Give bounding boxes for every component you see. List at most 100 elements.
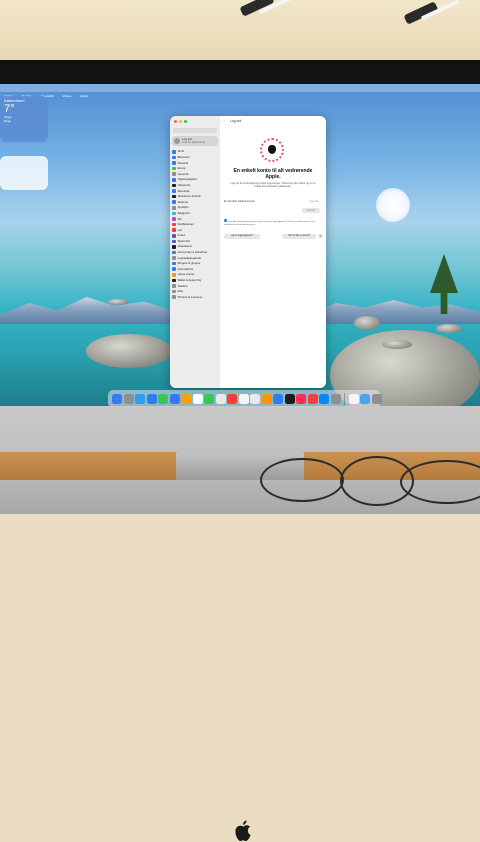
appearance-icon (172, 183, 176, 188)
sidebar-item-label: Bluetooth (177, 154, 190, 159)
screen: Vælger Rediger Overskrift Vindue Hjælp K… (0, 84, 480, 446)
menu-bar: Vælger Rediger Overskrift Vindue Hjælp (0, 84, 480, 98)
weather-widget[interactable]: København 7° Skyet Regn (0, 96, 48, 142)
finder-icon[interactable] (112, 394, 122, 404)
sidebar-item-label: Skærmtid (177, 238, 190, 243)
numbers-icon[interactable] (348, 394, 359, 404)
gamecenter-icon (172, 273, 176, 277)
close-button[interactable] (174, 120, 177, 123)
account-sub: med din Apple-konto (182, 141, 205, 144)
settings-sidebar: Log ind med din Apple-konto Wi-Fi Bluetoo… (170, 116, 220, 388)
wallpaper-icon (172, 211, 176, 216)
bell-icon (172, 222, 176, 227)
weather-temp: 7° (4, 103, 15, 115)
menubar-icon (172, 189, 176, 193)
tv-icon[interactable] (284, 394, 295, 404)
help-button[interactable]: ? (318, 234, 323, 239)
field-value: Log ind (309, 200, 318, 203)
lock-icon (172, 245, 176, 249)
apple-logo-icon (235, 820, 251, 841)
sidebar-item-label: Wallet & Apple Pay (177, 278, 202, 283)
dock-icon (172, 194, 176, 199)
apple-logo-icon (268, 145, 276, 154)
keyboard-icon (172, 284, 176, 288)
sidebar-item-label: Game Center (177, 272, 195, 277)
maps-icon[interactable] (169, 394, 180, 404)
desktop-widget[interactable] (0, 156, 48, 190)
notes-icon[interactable] (238, 394, 249, 404)
account-item[interactable]: Log ind med din Apple-konto (172, 136, 218, 146)
sun (376, 188, 410, 222)
sidebar-item-label: Låseskærm (177, 244, 193, 249)
sidebar-item-label: Notifikationer (177, 222, 194, 227)
accessibility-icon (172, 177, 176, 182)
field-label: E-mail eller telefonnummer (224, 200, 255, 203)
continue-button[interactable]: Fortsæt (302, 208, 320, 213)
facetime-icon[interactable] (204, 394, 214, 404)
calendar-icon[interactable] (192, 394, 203, 404)
settings-icon[interactable] (330, 394, 341, 404)
folder-icon[interactable] (360, 394, 370, 404)
sidebar-item-label: Brugere & grupper (177, 261, 201, 266)
moon-icon (172, 233, 176, 238)
mail-icon[interactable] (146, 394, 157, 404)
settings-window: Log ind med din Apple-konto Wi-Fi Bluetoo… (170, 116, 326, 388)
bluetooth-icon (172, 155, 176, 160)
sidebar-item-label: Siri (177, 216, 182, 221)
sidebar-item-label: Loginadgangskode (177, 255, 202, 260)
menu-item[interactable]: Hjælp (80, 94, 88, 98)
music-icon[interactable] (296, 394, 306, 404)
avatar-icon (174, 138, 180, 144)
podcasts-icon[interactable] (307, 394, 318, 404)
create-account-button[interactable]: Har du ikke en konto? (282, 234, 316, 239)
sidebar-item-label: Generelt (177, 171, 189, 176)
forgot-password-button[interactable]: Glemt adgangskode? (224, 234, 260, 239)
sidebar-item-label: Mus (177, 289, 183, 294)
sidebar-item-label: Tilgængelighed (177, 177, 197, 182)
freeform-icon[interactable] (250, 394, 260, 404)
privacy-icon (224, 219, 227, 222)
users-icon (172, 261, 176, 266)
siri-icon (172, 217, 176, 221)
messages-icon[interactable] (158, 394, 168, 404)
rock (354, 316, 380, 330)
sidebar-list: Wi-Fi Bluetooth Netværk Energi Generelt Tilgæ… (172, 149, 218, 300)
sound-icon (172, 228, 176, 232)
back-forward-icon[interactable]: ‹ › (222, 118, 225, 122)
sidebar-item-label: Internetkonti (177, 266, 193, 271)
minimize-button[interactable] (179, 120, 182, 123)
rock (86, 334, 172, 368)
sidebar-item-label: Lyd (177, 227, 182, 232)
pine-tree (430, 254, 458, 314)
description: Log ind for at få adgang til dine oplysn… (230, 182, 316, 189)
sidebar-item-label: Energi (177, 166, 186, 171)
reminders-icon[interactable] (227, 394, 237, 404)
safari-icon[interactable] (135, 394, 145, 404)
sidebar-item-label: Skrivebord & Dock (177, 194, 201, 199)
privacy-note: Dine Apple-kontooplysninger bruges til a… (224, 219, 322, 227)
battery-icon (172, 166, 176, 171)
privacy-text: Dine Apple-kontooplysninger bruges til a… (224, 221, 316, 226)
rock (108, 299, 128, 305)
sidebar-item-label: Spotlight (177, 205, 189, 210)
keynote-icon[interactable] (319, 394, 329, 404)
books-icon[interactable] (261, 394, 272, 404)
search-input[interactable] (173, 128, 217, 133)
menu-item[interactable]: Vindue (62, 94, 71, 98)
sidebar-item-label: Skærme (177, 199, 189, 204)
rock (382, 340, 412, 349)
photos-icon[interactable] (181, 394, 191, 404)
launchpad-icon[interactable] (123, 394, 134, 404)
globe-icon (172, 161, 176, 165)
key-icon (172, 256, 176, 260)
window-title: Log ind (230, 119, 242, 123)
contacts-icon[interactable] (215, 394, 226, 404)
app-store-icon[interactable] (273, 394, 283, 404)
sidebar-item[interactable]: Printere & scannere (172, 294, 218, 300)
email-field[interactable]: E-mail eller telefonnummer Log ind (224, 200, 322, 206)
spotlight-icon (172, 205, 176, 210)
rock (436, 324, 462, 333)
hourglass-icon (172, 239, 176, 244)
zoom-button[interactable] (184, 120, 187, 123)
trash-icon[interactable] (371, 394, 382, 404)
